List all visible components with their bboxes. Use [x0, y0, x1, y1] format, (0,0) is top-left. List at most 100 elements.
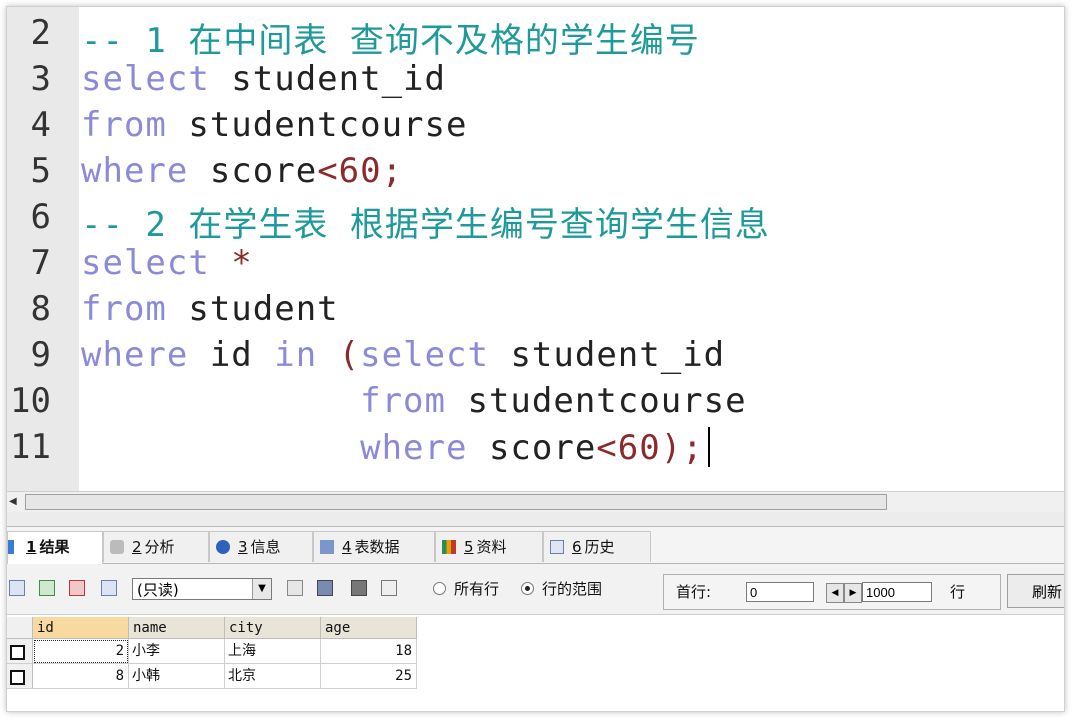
tab-analysis[interactable]: 2 分析: [103, 531, 209, 562]
table-cell[interactable]: 小李: [129, 639, 225, 664]
row-count-input[interactable]: 1000: [862, 582, 932, 602]
tab-table-data[interactable]: 4 表数据: [313, 531, 435, 562]
code-line[interactable]: 3 select student_id: [7, 57, 1064, 103]
checkbox-icon[interactable]: [10, 670, 25, 685]
horizontal-scrollbar[interactable]: ◀: [7, 491, 1064, 512]
code-line[interactable]: 8 from student: [7, 287, 1064, 333]
code-text: -- 2 在学生表 根据学生编号查询学生信息: [81, 197, 770, 246]
line-number: 4: [30, 105, 51, 145]
code-token: -- 2 在学生表 根据学生编号查询学生信息: [81, 205, 770, 245]
info-icon: [216, 540, 230, 554]
tab-info-key: 3: [238, 538, 248, 556]
cancel-icon[interactable]: [381, 580, 397, 596]
scroll-left-icon[interactable]: ◀: [9, 495, 21, 508]
tab-profile-key: 5: [464, 538, 474, 556]
result-mode-select[interactable]: (只读) ▼: [132, 578, 272, 600]
code-text: -- 1 在中间表 查询不及格的学生编号: [81, 13, 700, 62]
code-line[interactable]: 6 -- 2 在学生表 根据学生编号查询学生信息: [7, 195, 1064, 245]
code-line[interactable]: 9 where id in (select student_id: [7, 333, 1064, 379]
line-number: 7: [30, 243, 51, 283]
code-token: where: [360, 428, 468, 468]
radio-dot: [433, 582, 446, 595]
grid-icon: [8, 540, 14, 554]
line-number: 9: [30, 335, 51, 375]
tab-results[interactable]: 1 结果: [7, 531, 103, 564]
table-cell[interactable]: 小韩: [129, 664, 225, 689]
analyze-icon: [110, 540, 124, 554]
next-page-icon[interactable]: ▶: [844, 583, 862, 603]
tab-history[interactable]: 6 历史: [543, 531, 651, 562]
radio-all-rows[interactable]: 所有行: [433, 579, 499, 599]
radio-all-rows-label: 所有行: [454, 580, 500, 598]
code-token: *: [209, 243, 253, 283]
chevron-down-icon[interactable]: ▼: [252, 579, 271, 599]
copy-row-icon[interactable]: [101, 580, 117, 596]
code-token: from: [360, 381, 446, 421]
tab-info[interactable]: 3 信息: [209, 531, 313, 562]
tab-results-label: 结果: [39, 538, 70, 556]
delete-row-icon[interactable]: [69, 580, 85, 596]
code-token: select: [360, 335, 489, 375]
save-icon[interactable]: [317, 580, 333, 596]
column-header-age[interactable]: age: [321, 617, 417, 639]
table-cell[interactable]: 上海: [225, 639, 321, 664]
code-text: from studentcourse: [81, 381, 747, 421]
result-mode-value: (只读): [137, 581, 179, 599]
code-line[interactable]: 11 where score<60);: [7, 425, 1064, 471]
tab-history-label: 历史: [584, 538, 615, 556]
grid-view-icon[interactable]: [9, 580, 25, 596]
radio-row-range[interactable]: 行的范围: [521, 579, 602, 599]
table-cell[interactable]: 北京: [225, 664, 321, 689]
table-cell[interactable]: 8: [33, 664, 129, 689]
pane-splitter[interactable]: [7, 512, 1064, 527]
first-row-input[interactable]: 0: [746, 582, 814, 602]
code-token: studentcourse: [446, 381, 747, 421]
results-toolbar: (只读) ▼ 所有行 行的范围 首行: 0 ◀ ▶ 1000 行 刷新: [7, 564, 1064, 615]
add-row-icon[interactable]: [39, 580, 55, 596]
code-token: -- 1 在中间表 查询不及格的学生编号: [81, 21, 700, 61]
radio-dot-selected: [521, 582, 534, 595]
code-line[interactable]: 5 where score<60;: [7, 149, 1064, 195]
text-caret: [707, 427, 710, 467]
row-selector[interactable]: [7, 664, 33, 689]
code-line[interactable]: 2 -- 1 在中间表 查询不及格的学生编号: [7, 11, 1064, 61]
code-token: studentcourse: [166, 105, 468, 145]
code-text: select *: [81, 243, 253, 283]
line-number: 8: [30, 289, 51, 329]
tab-history-key: 6: [572, 538, 582, 556]
code-line[interactable]: 7 select *: [7, 241, 1064, 287]
line-number: 6: [30, 197, 51, 237]
code-token: select: [81, 59, 210, 99]
sql-editor[interactable]: 2 -- 1 在中间表 查询不及格的学生编号 3 select student_id 4…: [7, 7, 1064, 491]
refresh-button[interactable]: 刷新: [1007, 574, 1064, 608]
column-header-city[interactable]: city: [225, 617, 321, 639]
table-cell[interactable]: 18: [321, 639, 417, 664]
code-token: score: [467, 428, 597, 468]
apply-icon[interactable]: [287, 580, 303, 596]
trash-icon[interactable]: [351, 580, 367, 596]
code-token: student: [166, 289, 339, 329]
code-token: (: [317, 335, 361, 375]
scrollbar-thumb[interactable]: [25, 494, 887, 510]
code-line[interactable]: 10 from studentcourse: [7, 379, 1064, 425]
line-number: 2: [30, 13, 51, 53]
row-range-panel: 首行: 0 ◀ ▶ 1000 行: [663, 574, 1001, 610]
column-header-name[interactable]: name: [129, 617, 225, 639]
code-text: where score<60);: [81, 427, 710, 468]
column-header-id[interactable]: id: [33, 617, 129, 639]
row-selector[interactable]: [7, 639, 33, 664]
line-number: 5: [30, 151, 51, 191]
checkbox-icon[interactable]: [10, 645, 25, 660]
table-cell[interactable]: 2: [33, 639, 129, 664]
tab-profile[interactable]: 5 资料: [435, 531, 543, 562]
code-line[interactable]: 4 from studentcourse: [7, 103, 1064, 149]
code-token: where: [81, 335, 189, 375]
prev-page-icon[interactable]: ◀: [826, 583, 844, 603]
code-token: <60);: [596, 428, 704, 468]
tab-table-data-label: 表数据: [354, 538, 400, 556]
table-cell[interactable]: 25: [321, 664, 417, 689]
code-token: student_id: [488, 335, 726, 375]
code-text: where id in (select student_id: [81, 335, 725, 375]
